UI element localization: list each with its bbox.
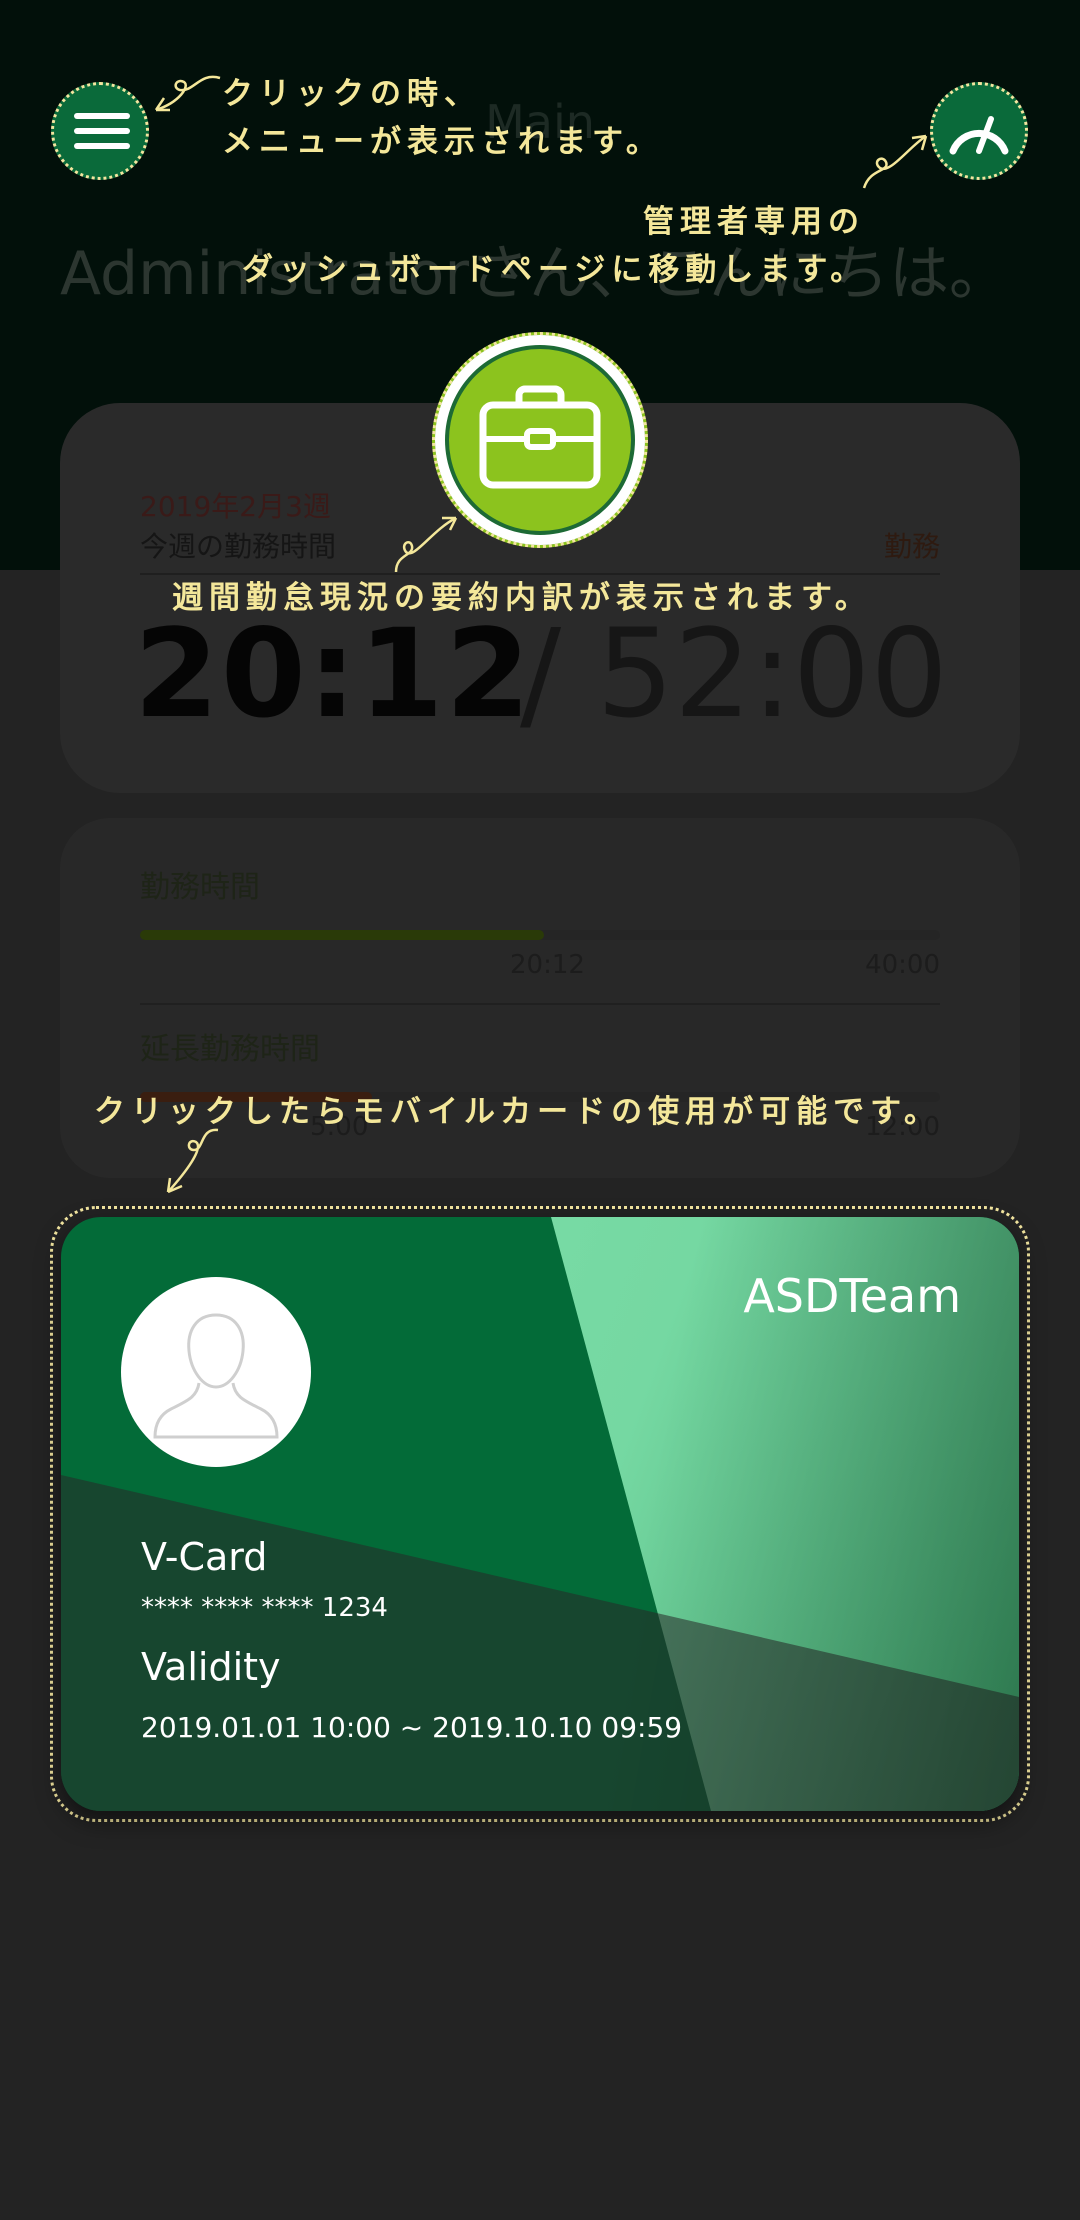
work-hours-current: 20:12	[510, 950, 585, 980]
annotation-arrow-icon	[166, 1128, 219, 1194]
week-sub-label: 今週の勤務時間	[140, 530, 337, 563]
week-label: 2019年2月3週	[140, 490, 331, 523]
work-hours-fill	[140, 930, 544, 940]
validity-label: Validity	[141, 1645, 281, 1689]
card-title: V-Card	[141, 1535, 268, 1579]
annotation-menu-line2: メニューが表示されます。	[222, 124, 663, 160]
mobile-card-frame[interactable]: ASDTeam V-Card **** **** **** 1234 Valid…	[50, 1206, 1030, 1822]
time-separator: /	[520, 603, 562, 745]
card-number: **** **** **** 1234	[141, 1593, 388, 1623]
annotation-menu-line1: クリックの時、	[222, 76, 481, 112]
menu-button[interactable]	[51, 82, 149, 180]
target-time: 52:00	[596, 603, 948, 745]
worked-time: 20:12	[134, 603, 533, 745]
annotation-arrow-icon	[394, 516, 458, 573]
overtime-label: 延長勤務時間	[140, 1032, 320, 1067]
briefcase-icon	[479, 385, 601, 489]
dashboard-button[interactable]	[930, 82, 1028, 180]
work-hours-track	[140, 930, 940, 940]
speedometer-icon	[949, 116, 1009, 155]
annotation-card: クリックしたらモバイルカードの使用が可能です。	[94, 1094, 941, 1130]
avatar	[121, 1277, 311, 1467]
divider	[140, 1003, 940, 1005]
annotation-dashboard-line2: ダッシュボードページに移動します。	[242, 252, 868, 288]
mobile-vcard[interactable]: ASDTeam V-Card **** **** **** 1234 Valid…	[61, 1217, 1019, 1811]
work-kind-label: 勤務	[883, 530, 940, 563]
weekly-summary-button[interactable]	[432, 332, 648, 548]
work-hours-max: 40:00	[865, 950, 940, 980]
annotation-summary: 週間勤怠現況の要約内訳が表示されます。	[172, 580, 872, 616]
annotation-dashboard-line1: 管理者専用の	[643, 204, 865, 240]
user-silhouette-icon	[153, 1313, 279, 1439]
work-hours-label: 勤務時間	[140, 870, 260, 905]
card-brand: ASDTeam	[743, 1269, 961, 1323]
annotation-arrow-icon	[154, 75, 221, 112]
validity-range: 2019.01.01 10:00 ~ 2019.10.10 09:59	[141, 1711, 683, 1744]
annotation-arrow-icon	[862, 134, 928, 189]
